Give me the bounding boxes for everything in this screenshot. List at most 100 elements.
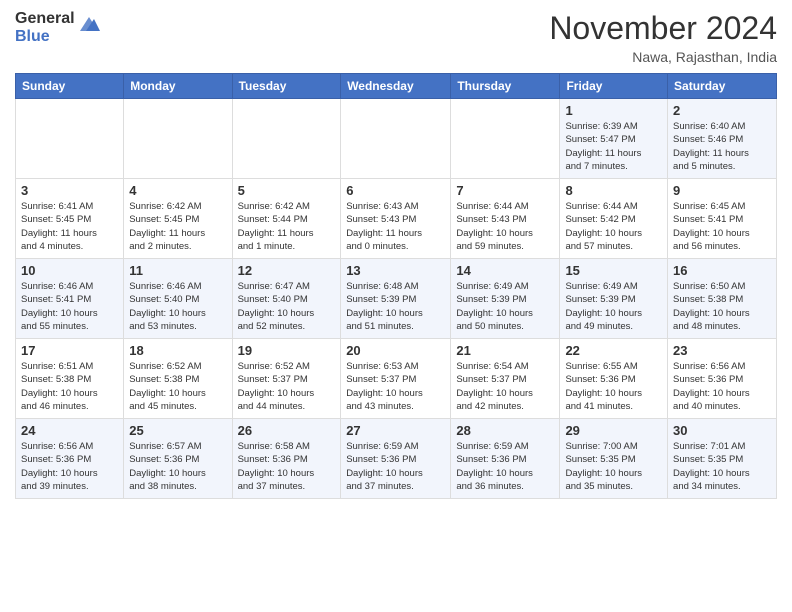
day-info: Sunrise: 6:55 AMSunset: 5:36 PMDaylight:… [565, 360, 662, 413]
day-info: Sunrise: 6:48 AMSunset: 5:39 PMDaylight:… [346, 280, 445, 333]
day-info: Sunrise: 6:41 AMSunset: 5:45 PMDaylight:… [21, 200, 118, 253]
day-info: Sunrise: 6:59 AMSunset: 5:36 PMDaylight:… [456, 440, 554, 493]
calendar-cell: 21 Sunrise: 6:54 AMSunset: 5:37 PMDayligh… [451, 339, 560, 419]
day-number: 28 [456, 423, 554, 438]
calendar-cell: 28 Sunrise: 6:59 AMSunset: 5:36 PMDayligh… [451, 419, 560, 499]
day-number: 17 [21, 343, 118, 358]
calendar-cell: 30 Sunrise: 7:01 AMSunset: 5:35 PMDayligh… [668, 419, 777, 499]
day-info: Sunrise: 6:46 AMSunset: 5:41 PMDaylight:… [21, 280, 118, 333]
calendar-cell: 12 Sunrise: 6:47 AMSunset: 5:40 PMDayligh… [232, 259, 341, 339]
calendar-cell: 9 Sunrise: 6:45 AMSunset: 5:41 PMDaylight… [668, 179, 777, 259]
day-info: Sunrise: 6:42 AMSunset: 5:45 PMDaylight:… [129, 200, 226, 253]
calendar-cell: 25 Sunrise: 6:57 AMSunset: 5:36 PMDayligh… [124, 419, 232, 499]
day-number: 26 [238, 423, 336, 438]
day-info: Sunrise: 6:39 AMSunset: 5:47 PMDaylight:… [565, 120, 662, 173]
day-info: Sunrise: 6:51 AMSunset: 5:38 PMDaylight:… [21, 360, 118, 413]
day-info: Sunrise: 7:00 AMSunset: 5:35 PMDaylight:… [565, 440, 662, 493]
day-number: 5 [238, 183, 336, 198]
day-info: Sunrise: 6:49 AMSunset: 5:39 PMDaylight:… [565, 280, 662, 333]
calendar-cell: 3 Sunrise: 6:41 AMSunset: 5:45 PMDaylight… [16, 179, 124, 259]
day-info: Sunrise: 6:52 AMSunset: 5:38 PMDaylight:… [129, 360, 226, 413]
calendar-header-row: SundayMondayTuesdayWednesdayThursdayFrid… [16, 74, 777, 99]
day-number: 30 [673, 423, 771, 438]
logo-blue-text: Blue [15, 28, 75, 46]
weekday-header: Sunday [16, 74, 124, 99]
calendar-cell: 11Sunrise: 6:46 AMSunset: 5:40 PMDayligh… [124, 259, 232, 339]
day-number: 15 [565, 263, 662, 278]
day-info: Sunrise: 6:45 AMSunset: 5:41 PMDaylight:… [673, 200, 771, 253]
day-number: 8 [565, 183, 662, 198]
month-title: November 2024 [549, 10, 777, 47]
day-number: 7 [456, 183, 554, 198]
day-number: 4 [129, 183, 226, 198]
logo-general-text: General [15, 10, 75, 28]
weekday-header: Tuesday [232, 74, 341, 99]
logo-icon [78, 13, 100, 35]
day-info: Sunrise: 6:47 AMSunset: 5:40 PMDaylight:… [238, 280, 336, 333]
weekday-header: Friday [560, 74, 668, 99]
day-number: 14 [456, 263, 554, 278]
calendar-week-row: 3 Sunrise: 6:41 AMSunset: 5:45 PMDaylight… [16, 179, 777, 259]
calendar-cell [124, 99, 232, 179]
day-info: Sunrise: 6:44 AMSunset: 5:42 PMDaylight:… [565, 200, 662, 253]
calendar-cell: 13 Sunrise: 6:48 AMSunset: 5:39 PMDayligh… [341, 259, 451, 339]
calendar-cell: 22 Sunrise: 6:55 AMSunset: 5:36 PMDayligh… [560, 339, 668, 419]
calendar-cell: 29 Sunrise: 7:00 AMSunset: 5:35 PMDayligh… [560, 419, 668, 499]
calendar-cell: 23Sunrise: 6:56 AMSunset: 5:36 PMDayligh… [668, 339, 777, 419]
day-number: 20 [346, 343, 445, 358]
calendar-table: SundayMondayTuesdayWednesdayThursdayFrid… [15, 73, 777, 499]
day-number: 3 [21, 183, 118, 198]
location-text: Nawa, Rajasthan, India [549, 49, 777, 65]
day-number: 16 [673, 263, 771, 278]
title-section: November 2024 Nawa, Rajasthan, India [549, 10, 777, 65]
calendar-cell: 8 Sunrise: 6:44 AMSunset: 5:42 PMDaylight… [560, 179, 668, 259]
day-info: Sunrise: 6:50 AMSunset: 5:38 PMDaylight:… [673, 280, 771, 333]
day-number: 21 [456, 343, 554, 358]
calendar-cell: 27Sunrise: 6:59 AMSunset: 5:36 PMDayligh… [341, 419, 451, 499]
calendar-week-row: 17 Sunrise: 6:51 AMSunset: 5:38 PMDayligh… [16, 339, 777, 419]
weekday-header: Monday [124, 74, 232, 99]
day-number: 9 [673, 183, 771, 198]
day-info: Sunrise: 6:54 AMSunset: 5:37 PMDaylight:… [456, 360, 554, 413]
calendar-week-row: 24Sunrise: 6:56 AMSunset: 5:36 PMDayligh… [16, 419, 777, 499]
calendar-cell: 19 Sunrise: 6:52 AMSunset: 5:37 PMDayligh… [232, 339, 341, 419]
day-number: 18 [129, 343, 226, 358]
calendar-cell: 4 Sunrise: 6:42 AMSunset: 5:45 PMDaylight… [124, 179, 232, 259]
day-number: 2 [673, 103, 771, 118]
day-info: Sunrise: 6:53 AMSunset: 5:37 PMDaylight:… [346, 360, 445, 413]
day-info: Sunrise: 6:52 AMSunset: 5:37 PMDaylight:… [238, 360, 336, 413]
day-info: Sunrise: 6:58 AMSunset: 5:36 PMDaylight:… [238, 440, 336, 493]
calendar-cell: 16 Sunrise: 6:50 AMSunset: 5:38 PMDayligh… [668, 259, 777, 339]
day-info: Sunrise: 7:01 AMSunset: 5:35 PMDaylight:… [673, 440, 771, 493]
header: General Blue November 2024 Nawa, Rajasth… [15, 10, 777, 65]
calendar-cell: 17 Sunrise: 6:51 AMSunset: 5:38 PMDayligh… [16, 339, 124, 419]
day-info: Sunrise: 6:46 AMSunset: 5:40 PMDaylight:… [129, 280, 226, 333]
day-number: 1 [565, 103, 662, 118]
page-container: General Blue November 2024 Nawa, Rajasth… [0, 0, 792, 509]
day-number: 22 [565, 343, 662, 358]
weekday-header: Saturday [668, 74, 777, 99]
calendar-cell [232, 99, 341, 179]
day-number: 19 [238, 343, 336, 358]
calendar-cell: 7Sunrise: 6:44 AMSunset: 5:43 PMDaylight… [451, 179, 560, 259]
calendar-week-row: 10 Sunrise: 6:46 AMSunset: 5:41 PMDayligh… [16, 259, 777, 339]
day-info: Sunrise: 6:57 AMSunset: 5:36 PMDaylight:… [129, 440, 226, 493]
calendar-cell: 26 Sunrise: 6:58 AMSunset: 5:36 PMDayligh… [232, 419, 341, 499]
day-info: Sunrise: 6:42 AMSunset: 5:44 PMDaylight:… [238, 200, 336, 253]
logo: General Blue [15, 10, 100, 45]
calendar-cell: 10 Sunrise: 6:46 AMSunset: 5:41 PMDayligh… [16, 259, 124, 339]
day-number: 12 [238, 263, 336, 278]
day-number: 24 [21, 423, 118, 438]
day-number: 29 [565, 423, 662, 438]
day-number: 25 [129, 423, 226, 438]
calendar-cell: 5 Sunrise: 6:42 AMSunset: 5:44 PMDaylight… [232, 179, 341, 259]
calendar-cell: 15 Sunrise: 6:49 AMSunset: 5:39 PMDayligh… [560, 259, 668, 339]
day-number: 10 [21, 263, 118, 278]
day-number: 27 [346, 423, 445, 438]
day-info: Sunrise: 6:56 AMSunset: 5:36 PMDaylight:… [673, 360, 771, 413]
day-info: Sunrise: 6:40 AMSunset: 5:46 PMDaylight:… [673, 120, 771, 173]
calendar-cell: 2 Sunrise: 6:40 AMSunset: 5:46 PMDaylight… [668, 99, 777, 179]
day-info: Sunrise: 6:43 AMSunset: 5:43 PMDaylight:… [346, 200, 445, 253]
day-number: 13 [346, 263, 445, 278]
calendar-cell [341, 99, 451, 179]
